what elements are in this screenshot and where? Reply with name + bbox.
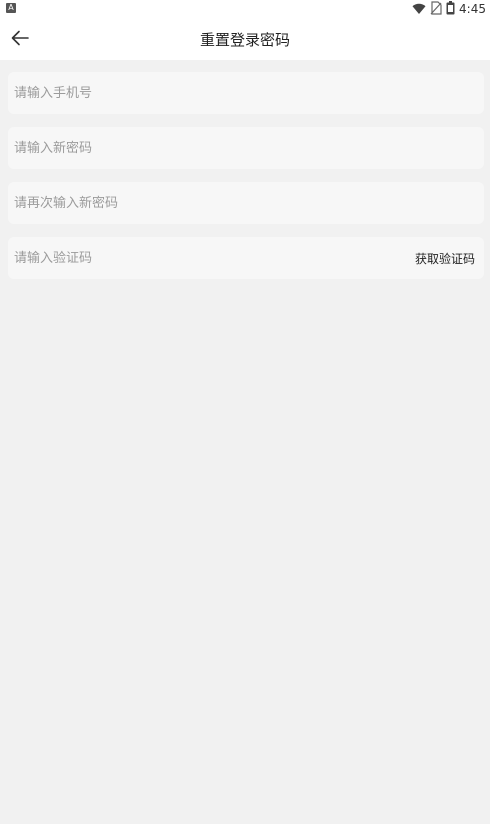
battery-icon xyxy=(446,0,455,19)
status-time: 4:45 xyxy=(459,2,486,16)
phone-field-container xyxy=(8,72,484,114)
notification-icon: A xyxy=(6,3,16,13)
arrow-left-icon xyxy=(11,30,29,50)
wifi-icon xyxy=(412,0,426,19)
phone-input[interactable] xyxy=(8,72,484,114)
new-password-field-container xyxy=(8,127,484,169)
new-password-input[interactable] xyxy=(8,127,484,169)
get-code-button[interactable]: 获取验证码 xyxy=(407,250,484,267)
verification-code-input[interactable] xyxy=(8,237,407,279)
status-icons: 4:45 xyxy=(412,0,486,19)
back-button[interactable] xyxy=(6,26,34,54)
no-sim-icon xyxy=(430,0,442,19)
confirm-password-field-container xyxy=(8,182,484,224)
verification-code-field-container: 获取验证码 xyxy=(8,237,484,279)
status-bar: A 4:45 xyxy=(0,0,490,20)
reset-password-form: 获取验证码 xyxy=(8,72,484,292)
app-bar: 重置登录密码 xyxy=(0,20,490,60)
page-title: 重置登录密码 xyxy=(199,31,290,49)
confirm-password-input[interactable] xyxy=(8,182,484,224)
